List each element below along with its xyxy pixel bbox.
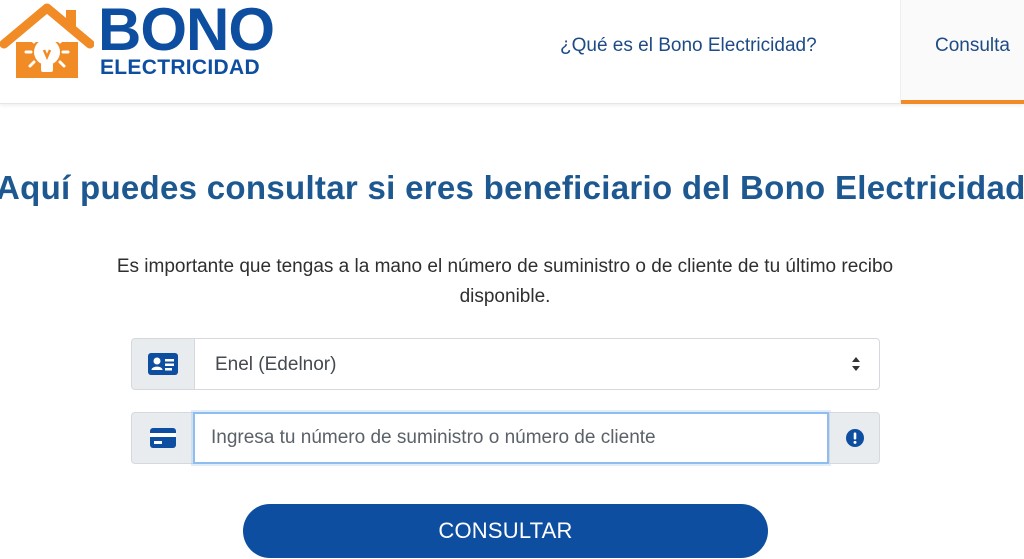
logo-subtitle: ELECTRICIDAD: [100, 56, 260, 79]
provider-select[interactable]: Enel (Edelnor): [194, 338, 880, 390]
supply-number-help[interactable]: [829, 412, 880, 464]
supply-number-addon: [131, 412, 195, 464]
logo-title: BONO: [98, 0, 275, 63]
provider-select-group: Enel (Edelnor): [131, 338, 880, 390]
page-description: Es importante que tengas a la mano el nú…: [116, 256, 894, 307]
site-header: BONO ELECTRICIDAD ¿Qué es el Bono Electr…: [0, 0, 1024, 104]
active-tab-indicator: [901, 100, 1024, 104]
nav-consulta-label: Consulta: [935, 35, 1010, 56]
page-title: Aquí puedes consultar si eres beneficiar…: [0, 169, 1024, 206]
house-bulb-icon: [0, 3, 94, 78]
logo[interactable]: BONO ELECTRICIDAD: [0, 0, 290, 82]
select-arrows-icon: [852, 357, 860, 371]
supply-number-input[interactable]: [193, 412, 829, 464]
consultar-button[interactable]: CONSULTAR: [243, 504, 768, 558]
info-circle-icon: [845, 429, 864, 447]
nav-consulta-tab[interactable]: Consulta: [900, 0, 1024, 104]
credit-card-icon: [150, 428, 176, 448]
provider-addon: [131, 338, 195, 390]
nav-what-is-bono[interactable]: ¿Qué es el Bono Electricidad?: [560, 34, 817, 58]
id-card-icon: [148, 353, 178, 375]
supply-number-group: [131, 412, 880, 464]
provider-select-value: Enel (Edelnor): [215, 354, 337, 375]
